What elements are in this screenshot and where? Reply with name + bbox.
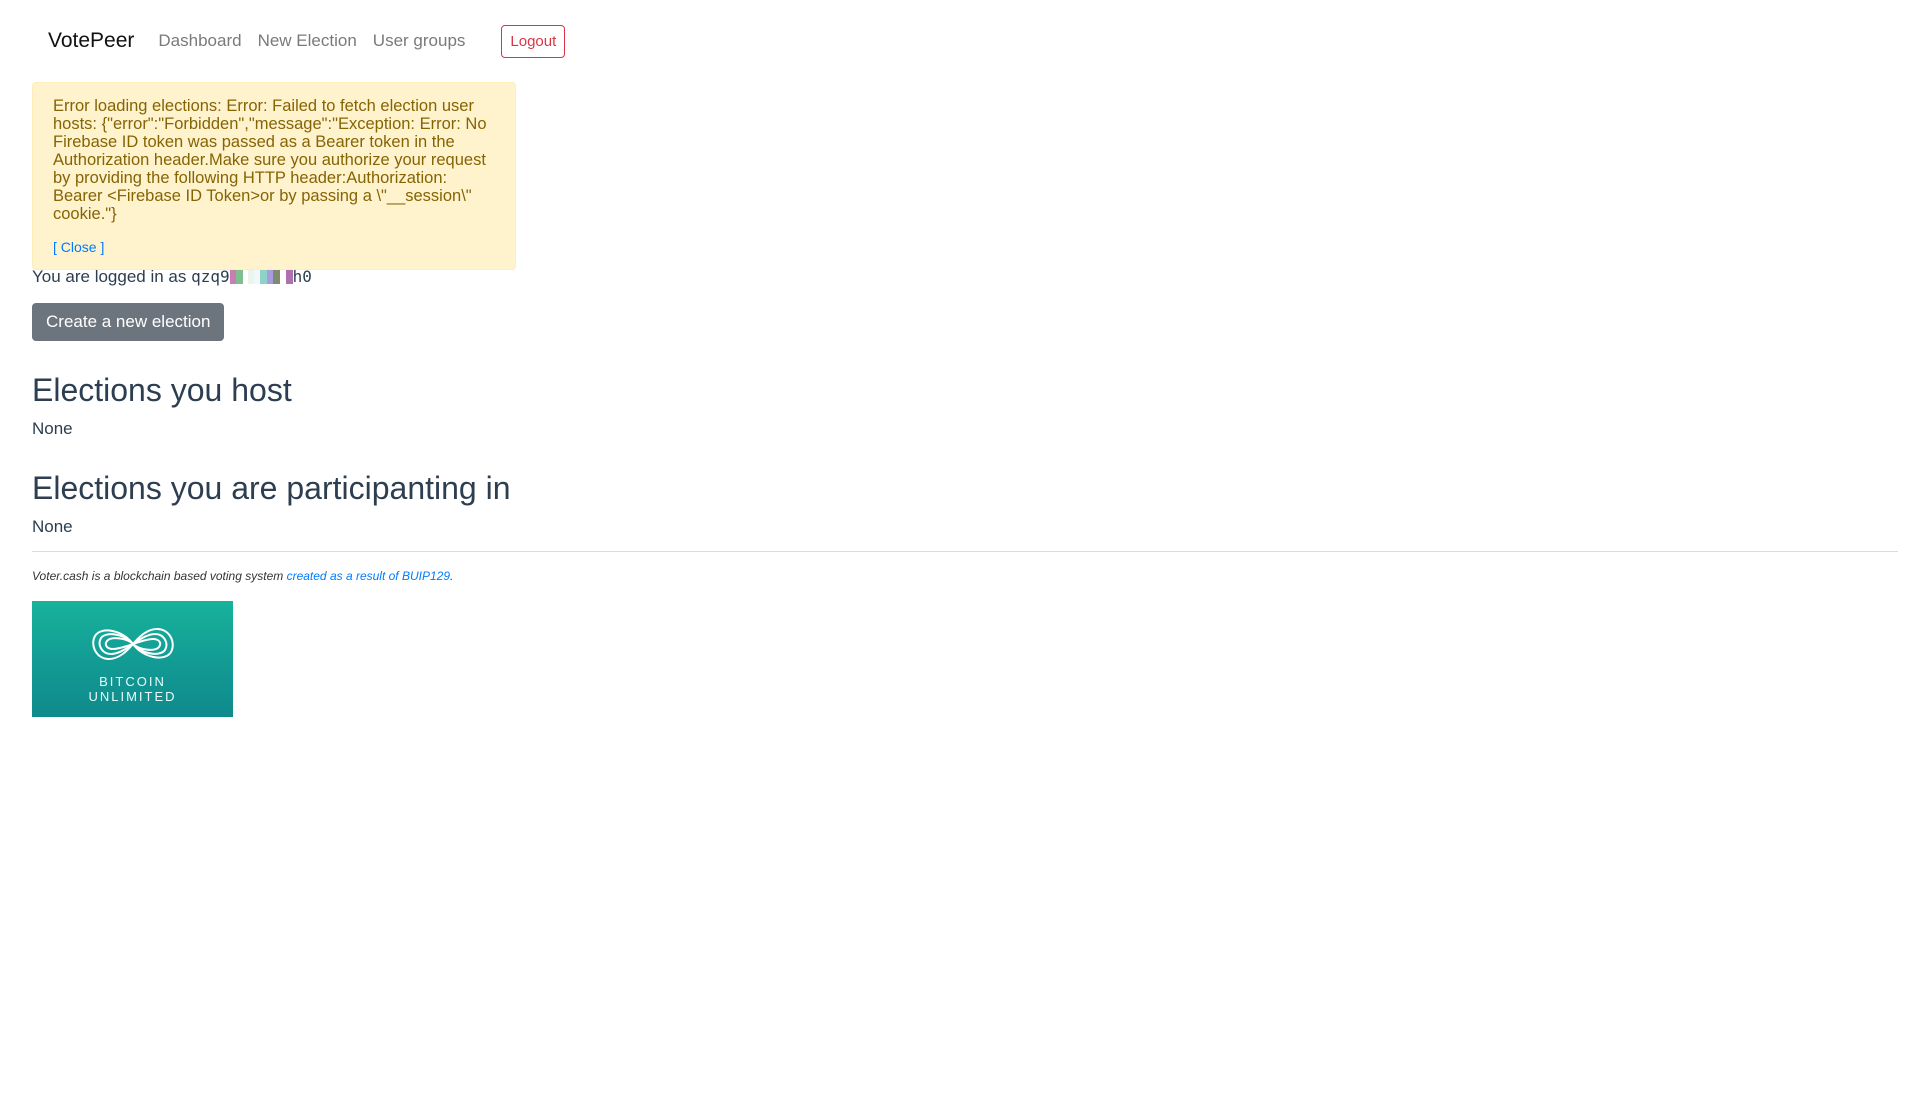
logout-button[interactable]: Logout bbox=[501, 24, 566, 58]
logged-in-status: You are logged in as qzq9 h0 bbox=[32, 267, 312, 287]
logo-line-2: UNLIMITED bbox=[88, 689, 177, 704]
navbar: VotePeer Dashboard New Election User gro… bbox=[32, 22, 566, 60]
nav-link-new-election[interactable]: New Election bbox=[258, 31, 357, 51]
logged-in-label: You are logged in as bbox=[32, 267, 192, 286]
alert-close-link[interactable]: [ Close ] bbox=[53, 239, 104, 255]
hosted-elections-empty: None bbox=[32, 419, 73, 438]
redacted-address-block bbox=[229, 268, 293, 284]
brand-link[interactable]: VotePeer bbox=[48, 29, 134, 53]
error-message: Error loading elections: Error: Failed t… bbox=[53, 97, 487, 223]
hosted-elections-heading: Elections you host bbox=[32, 372, 292, 408]
buip129-link[interactable]: created as a result of BUIP129 bbox=[287, 569, 450, 583]
footer-divider bbox=[32, 551, 1898, 552]
create-election-button[interactable]: Create a new election bbox=[32, 303, 225, 341]
footer-description: Voter.cash is a blockchain based voting … bbox=[32, 569, 453, 583]
user-address-end: h0 bbox=[292, 267, 312, 286]
error-alert: Error loading elections: Error: Failed t… bbox=[32, 82, 516, 270]
footer-text: Voter.cash is a blockchain based voting … bbox=[32, 569, 287, 583]
page: VotePeer Dashboard New Election User gro… bbox=[0, 0, 1920, 1115]
participating-elections-empty: None bbox=[32, 517, 73, 536]
user-address-start: qzq9 bbox=[191, 267, 230, 286]
nav-link-dashboard[interactable]: Dashboard bbox=[158, 31, 241, 51]
footer-suffix: . bbox=[450, 569, 454, 583]
nav-link-user-groups[interactable]: User groups bbox=[373, 31, 466, 51]
logo-line-1: BITCOIN bbox=[99, 674, 166, 689]
user-address: qzq9 h0 bbox=[191, 267, 312, 286]
participating-elections-heading: Elections you are participanting in bbox=[32, 470, 511, 506]
infinity-icon bbox=[91, 627, 174, 661]
bitcoin-unlimited-logo[interactable]: BITCOIN UNLIMITED bbox=[32, 601, 233, 717]
